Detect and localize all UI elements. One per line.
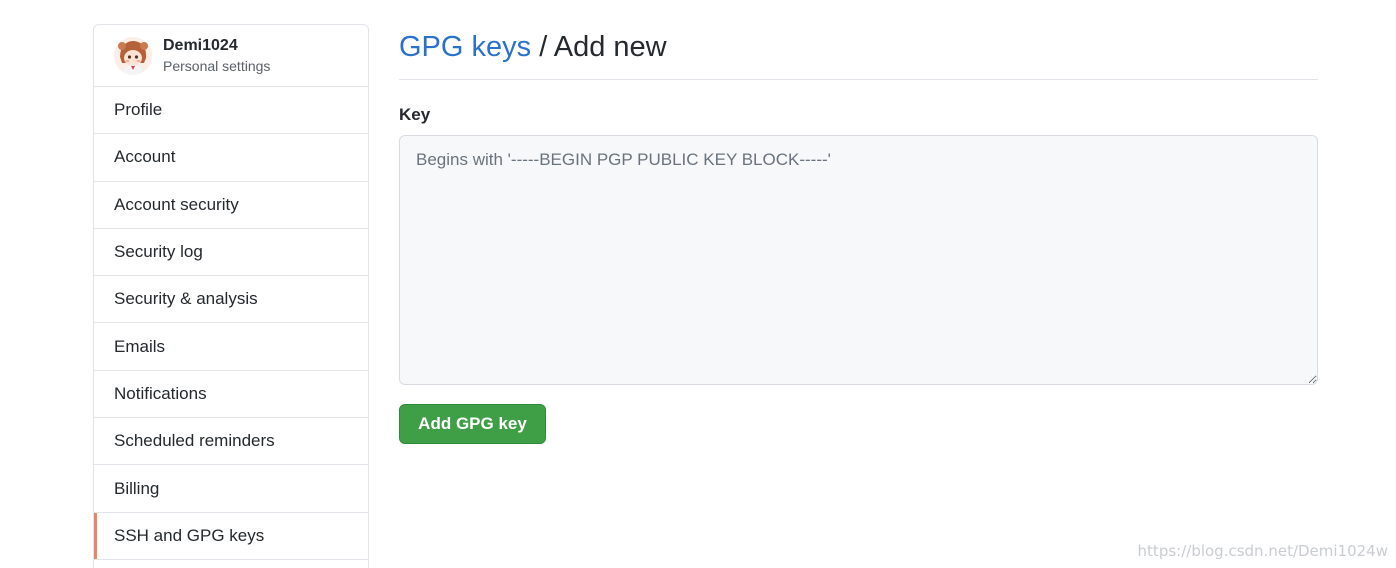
personal-settings-label: Personal settings [163,57,271,74]
add-gpg-key-button[interactable]: Add GPG key [399,404,546,444]
page: Demi1024 Personal settings Profile Accou… [0,0,1396,568]
user-info: Demi1024 Personal settings [163,37,270,73]
username[interactable]: Demi1024 [163,37,270,55]
sidebar-item-scheduled-reminders[interactable]: Scheduled reminders [94,418,368,466]
breadcrumb-separator: / [539,31,548,63]
key-field-label: Key [399,105,431,124]
sidebar-item-billing[interactable]: Billing [94,465,368,513]
avatar[interactable] [114,36,152,75]
page-title: GPG keys / Add new [399,24,1318,80]
key-textarea[interactable] [399,135,1318,385]
sidebar-item-security-log[interactable]: Security log [94,229,368,277]
sidebar-user-header[interactable]: Demi1024 Personal settings [94,25,368,87]
sidebar-item-ssh-gpg-keys[interactable]: SSH and GPG keys [94,512,368,560]
sidebar-item-account[interactable]: Account [94,134,368,182]
sidebar-item-security-analysis[interactable]: Security & analysis [94,276,368,324]
sidebar-item-profile[interactable]: Profile [94,87,368,135]
main-content: GPG keys / Add new Key Add GPG key [399,24,1318,444]
sidebar-item-notifications[interactable]: Notifications [94,371,368,419]
settings-sidebar: Demi1024 Personal settings Profile Accou… [93,24,369,568]
watermark: https://blog.csdn.net/Demi1024w [1137,542,1388,560]
breadcrumb-current: Add new [553,31,667,63]
sidebar-item-emails[interactable]: Emails [94,323,368,371]
sidebar-item-account-security[interactable]: Account security [94,182,368,229]
gpg-keys-breadcrumb-link[interactable]: GPG keys [399,31,531,63]
